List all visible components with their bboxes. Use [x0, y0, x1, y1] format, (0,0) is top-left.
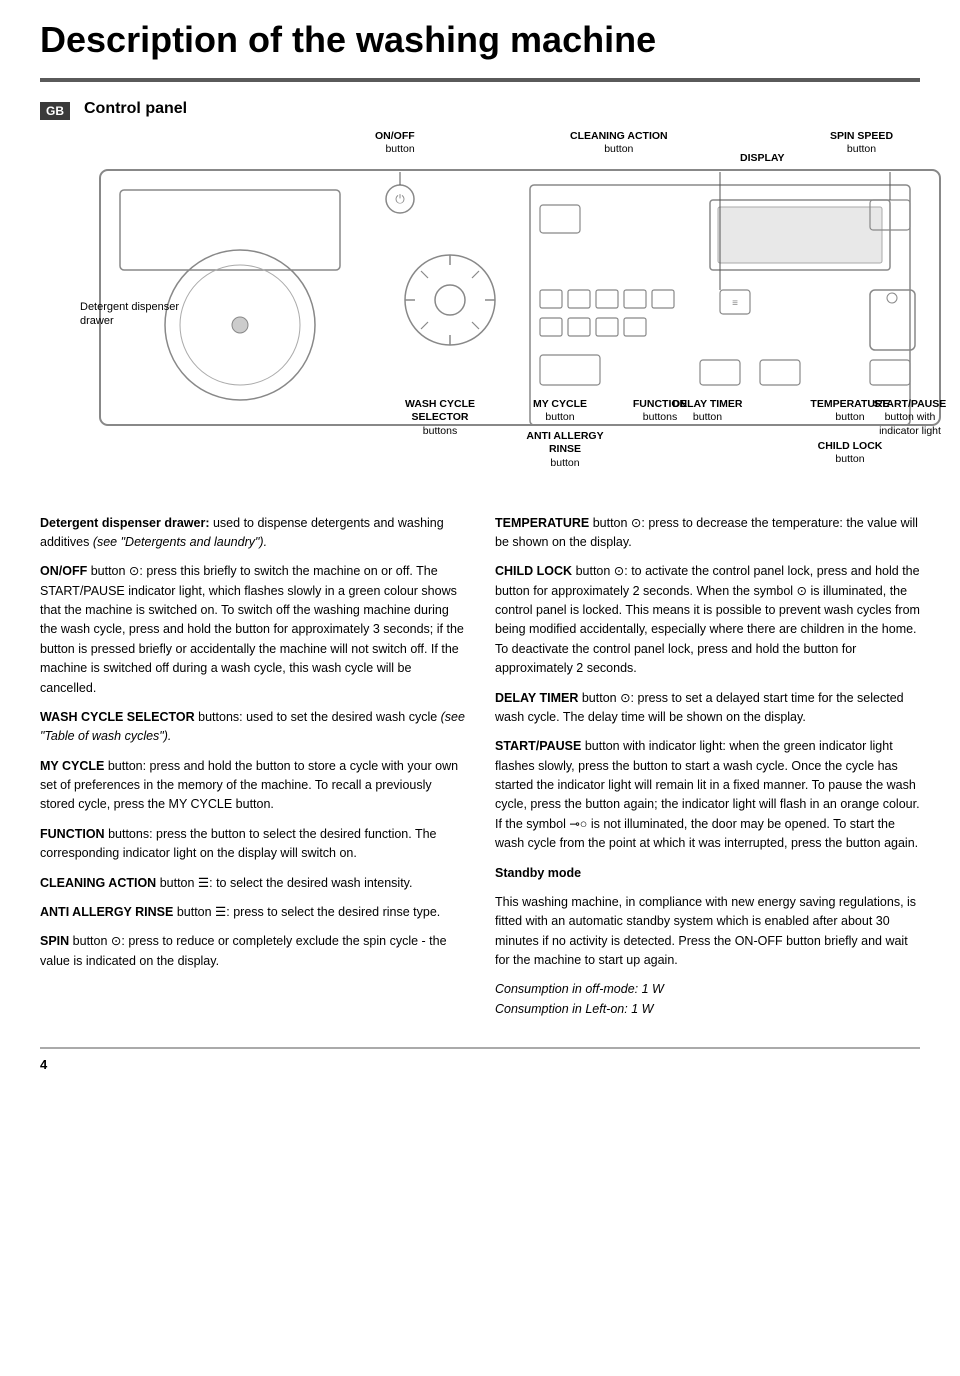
- para-delay-timer: DELAY TIMER button ⊙: press to set a del…: [495, 689, 920, 728]
- para-temperature: TEMPERATURE button ⊙: press to decrease …: [495, 514, 920, 553]
- top-divider: [40, 78, 920, 82]
- para-wash-cycle: WASH CYCLE SELECTOR buttons: used to set…: [40, 708, 465, 747]
- label-my-cycle: MY CYCLE button: [525, 398, 595, 425]
- label-wash-cycle: WASH CYCLE SELECTOR buttons: [390, 398, 490, 439]
- para-function: FUNCTION buttons: press the button to se…: [40, 825, 465, 864]
- language-badge: GB: [40, 102, 70, 120]
- page-number: 4: [40, 1057, 920, 1072]
- label-child-lock: CHILD LOCK button: [810, 440, 890, 467]
- label-anti-allergy: ANTI ALLERGY RINSE button: [525, 430, 605, 471]
- para-on-off: ON/OFF button ⊙: press this briefly to s…: [40, 562, 465, 698]
- para-cleaning-action: CLEANING ACTION button ☰: to select the …: [40, 874, 465, 893]
- description-columns: Detergent dispenser drawer: used to disp…: [40, 514, 920, 1030]
- section-title: Control panel: [84, 100, 187, 118]
- para-anti-allergy: ANTI ALLERGY RINSE button ☰: press to se…: [40, 903, 465, 922]
- standby-text: This washing machine, in compliance with…: [495, 893, 920, 971]
- para-detergent: Detergent dispenser drawer: used to disp…: [40, 514, 465, 553]
- label-delay-timer: DELAY TIMER button: [670, 398, 745, 425]
- page-title: Description of the washing machine: [40, 20, 920, 60]
- para-child-lock: CHILD LOCK button ⊙: to activate the con…: [495, 562, 920, 678]
- left-column: Detergent dispenser drawer: used to disp…: [40, 514, 465, 1030]
- control-panel-diagram: ON/OFF button CLEANING ACTION button SPI…: [80, 130, 920, 500]
- label-temperature: TEMPERATURE button: [810, 398, 890, 425]
- bottom-divider: [40, 1047, 920, 1049]
- standby-consumption: Consumption in off-mode: 1 WConsumption …: [495, 980, 920, 1019]
- standby-heading: Standby mode: [495, 864, 920, 883]
- svg-text:⏻: ⏻: [395, 192, 405, 206]
- para-my-cycle: MY CYCLE button: press and hold the butt…: [40, 757, 465, 815]
- section-header: GB Control panel: [40, 100, 920, 120]
- right-column: TEMPERATURE button ⊙: press to decrease …: [495, 514, 920, 1030]
- para-spin: SPIN button ⊙: press to reduce or comple…: [40, 932, 465, 971]
- para-start-pause: START/PAUSE button with indicator light:…: [495, 737, 920, 853]
- label-display: DISPLAY: [740, 152, 785, 166]
- svg-text:≡: ≡: [732, 298, 738, 309]
- label-detergent: Detergent dispenser drawer: [80, 300, 210, 329]
- page: Description of the washing machine GB Co…: [0, 0, 960, 1102]
